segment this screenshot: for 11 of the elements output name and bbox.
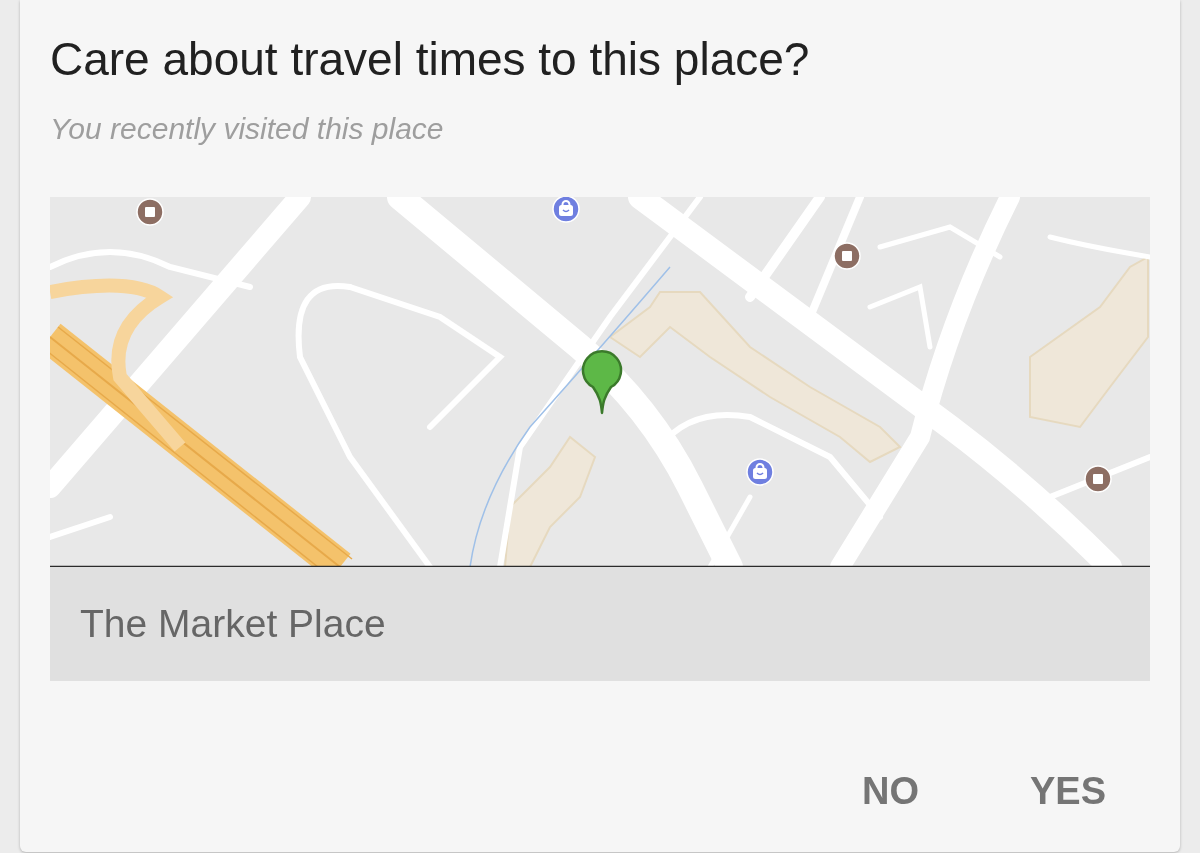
place-name: The Market Place [80, 601, 386, 647]
place-marker-icon [833, 242, 861, 270]
shopping-bag-marker-icon [746, 458, 774, 486]
place-marker-icon [1084, 465, 1112, 493]
shopping-bag-marker-icon [552, 197, 580, 223]
place-marker-icon [136, 198, 164, 226]
dialog-title: Care about travel times to this place? [50, 32, 810, 86]
dialog-button[interactable]: YES [1013, 759, 1122, 823]
dialog-button[interactable]: NO [845, 759, 935, 823]
dialog-subtitle: You recently visited this place [50, 111, 444, 147]
map-pin-icon [581, 347, 623, 415]
